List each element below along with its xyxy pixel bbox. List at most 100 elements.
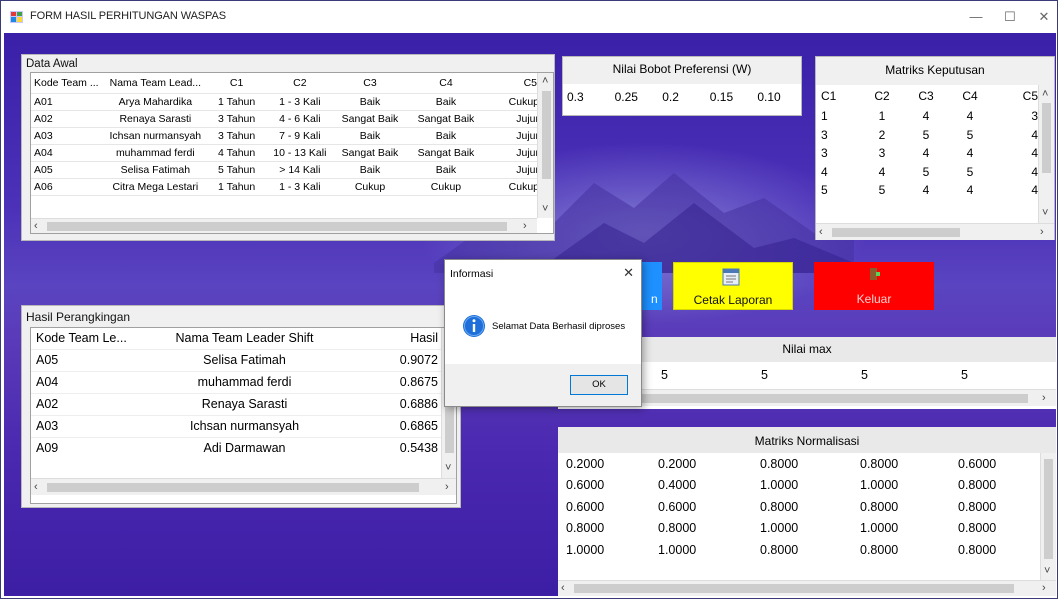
- scroll-right-icon[interactable]: ›: [523, 220, 527, 232]
- table-row[interactable]: A05 Selisa Fatimah 5 Tahun > 14 Kali Bai…: [31, 161, 539, 179]
- table-row[interactable]: A02 Renaya Sarasti 3 Tahun 4 - 6 Kali Sa…: [31, 110, 539, 128]
- scroll-thumb[interactable]: [832, 228, 960, 237]
- table-row[interactable]: A09 Adi Darmawan 0.5438: [31, 436, 441, 459]
- close-icon[interactable]: ✕: [623, 265, 634, 281]
- scroll-right-icon[interactable]: ›: [1042, 582, 1046, 594]
- table-row[interactable]: A05 Selisa Fatimah 0.9072: [31, 348, 441, 371]
- scroll-thumb[interactable]: [1044, 459, 1053, 559]
- minimize-icon[interactable]: —: [964, 7, 988, 27]
- scroll-left-icon[interactable]: ‹: [34, 481, 38, 493]
- scroll-thumb[interactable]: [47, 222, 507, 231]
- scroll-thumb[interactable]: [47, 483, 419, 492]
- cell: 5: [961, 367, 968, 382]
- matriks-keputusan-table: C1 C2 C3 C4 C5 1 1 4 4 3 3 2 5 5 4 3 3 4 4 4 4 4 5 5 4 5…: [816, 85, 1038, 200]
- table-row[interactable]: 5 5 4 4 4: [816, 181, 1038, 200]
- scroll-left-icon[interactable]: ‹: [561, 582, 565, 594]
- matriks-normalisasi-hscroll[interactable]: ‹ ›: [558, 580, 1056, 596]
- scroll-left-icon[interactable]: ‹: [819, 226, 823, 238]
- app-icon: [10, 11, 23, 23]
- table-row[interactable]: A01 Arya Mahardika 1 Tahun 1 - 3 Kali Ba…: [31, 93, 539, 111]
- col-header[interactable]: C2: [265, 73, 334, 94]
- close-icon[interactable]: ✕: [1032, 7, 1056, 27]
- table-row[interactable]: 3 3 4 4 4: [816, 144, 1038, 163]
- ok-button[interactable]: OK: [570, 375, 628, 395]
- scroll-down-icon[interactable]: ˅: [1042, 207, 1048, 219]
- col-header[interactable]: Kode Team Le...: [31, 328, 132, 349]
- scroll-right-icon[interactable]: ›: [445, 481, 449, 493]
- matriks-keputusan-vscroll[interactable]: ˄ ˅: [1038, 85, 1054, 223]
- matriks-normalisasi-grid[interactable]: 0.2000 0.2000 0.8000 0.8000 0.6000 0.6000 0.4…: [558, 453, 1056, 596]
- maximize-icon[interactable]: ☐: [998, 7, 1022, 27]
- keluar-button[interactable]: Keluar: [814, 262, 934, 310]
- cell: 1 Tahun: [207, 178, 266, 196]
- col-header[interactable]: C1: [816, 85, 860, 107]
- table-row[interactable]: 3 2 5 5 4: [816, 126, 1038, 145]
- col-header[interactable]: C3: [333, 73, 407, 94]
- matriks-normalisasi-table: 0.2000 0.2000 0.8000 0.8000 0.6000 0.6000 0.4…: [558, 453, 1040, 561]
- col-header[interactable]: C3: [904, 85, 948, 107]
- data-awal-vscroll[interactable]: ˄ ˅: [537, 73, 553, 218]
- table-row[interactable]: A03 Ichsan nurmansyah 3 Tahun 7 - 9 Kali…: [31, 127, 539, 145]
- cell: 0.15: [709, 90, 734, 104]
- col-header[interactable]: C2: [860, 85, 904, 107]
- col-header[interactable]: C5: [992, 85, 1038, 107]
- scroll-down-icon[interactable]: ˅: [542, 203, 548, 215]
- table-row[interactable]: 1 1 4 4 3: [816, 107, 1038, 126]
- col-header[interactable]: C5: [485, 73, 539, 94]
- table-row[interactable]: 0.3 0.25 0.2 0.15 0.10: [563, 84, 801, 110]
- bobot-grid[interactable]: 0.3 0.25 0.2 0.15 0.10: [563, 84, 801, 115]
- col-header[interactable]: C4: [948, 85, 992, 107]
- col-header[interactable]: Kode Team ...: [31, 73, 104, 94]
- col-header[interactable]: Nama Team Leader Shift: [132, 328, 357, 349]
- cell: Jujur: [485, 144, 539, 162]
- cell: Ichsan nurmansyah: [132, 414, 357, 437]
- scroll-thumb[interactable]: [574, 584, 1014, 593]
- scroll-right-icon[interactable]: ›: [1040, 226, 1044, 238]
- matriks-keputusan-grid[interactable]: C1 C2 C3 C4 C5 1 1 4 4 3 3 2 5 5 4 3 3 4 4 4 4 4 5 5 4 5…: [816, 85, 1054, 240]
- table-row[interactable]: A02 Renaya Sarasti 0.6886: [31, 392, 441, 415]
- table-row[interactable]: 4 4 5 5 4: [816, 163, 1038, 182]
- cetak-laporan-button[interactable]: Cetak Laporan: [673, 262, 793, 310]
- cell: 2: [878, 127, 886, 142]
- table-row[interactable]: 1.0000 1.0000 0.8000 0.8000 0.8000: [558, 539, 1040, 561]
- scroll-up-icon[interactable]: ˄: [1042, 88, 1048, 100]
- col-header[interactable]: C4: [406, 73, 486, 94]
- data-awal-grid[interactable]: Kode Team ... Nama Team Lead... C1 C2 C3…: [30, 72, 554, 234]
- col-header[interactable]: Hasil: [357, 328, 441, 349]
- informasi-dialog: Informasi ✕ Selamat Data Berhasil dipros…: [444, 259, 642, 407]
- scroll-thumb[interactable]: [542, 91, 551, 179]
- cell: 7 - 9 Kali: [265, 127, 334, 145]
- cell: Baik: [333, 161, 407, 179]
- scroll-right-icon[interactable]: ›: [1042, 392, 1046, 404]
- hasil-grid[interactable]: Kode Team Le... Nama Team Leader Shift H…: [30, 327, 457, 504]
- cell: 5: [821, 183, 828, 198]
- table-row[interactable]: A04 muhammad ferdi 4 Tahun 10 - 13 Kali …: [31, 144, 539, 162]
- scroll-up-icon[interactable]: ˄: [542, 75, 548, 87]
- cell: 0.6886: [357, 392, 441, 415]
- table-row[interactable]: A03 Ichsan nurmansyah 0.6865: [31, 414, 441, 437]
- table-row[interactable]: 0.8000 0.8000 1.0000 1.0000 0.8000: [558, 518, 1040, 540]
- cell: 1 - 3 Kali: [265, 93, 334, 111]
- cell: A06: [31, 178, 104, 196]
- table-row[interactable]: A06 Citra Mega Lestari 1 Tahun 1 - 3 Kal…: [31, 178, 539, 196]
- table-row[interactable]: 0.6000 0.4000 1.0000 1.0000 0.8000: [558, 475, 1040, 497]
- cell: 0.10: [757, 90, 781, 104]
- cell: 5 Tahun: [207, 161, 266, 179]
- scroll-thumb[interactable]: [608, 394, 1028, 403]
- scroll-thumb[interactable]: [1042, 103, 1051, 173]
- matriks-keputusan-hscroll[interactable]: ‹ ›: [816, 223, 1054, 240]
- col-header[interactable]: C1: [207, 73, 266, 94]
- scroll-down-icon[interactable]: ˅: [1044, 565, 1050, 577]
- hasil-hscroll[interactable]: ‹ ›: [31, 478, 456, 495]
- col-header[interactable]: Nama Team Lead...: [103, 73, 208, 94]
- cetak-laporan-label: Cetak Laporan: [693, 293, 773, 307]
- scroll-left-icon[interactable]: ‹: [34, 220, 38, 232]
- scroll-down-icon[interactable]: ˅: [445, 462, 451, 474]
- table-row[interactable]: 0.6000 0.6000 0.8000 0.8000 0.8000: [558, 496, 1040, 518]
- data-awal-hscroll[interactable]: ‹ ›: [31, 218, 537, 233]
- table-row[interactable]: 0.2000 0.2000 0.8000 0.8000 0.6000: [558, 453, 1040, 475]
- table-row[interactable]: A04 muhammad ferdi 0.8675: [31, 370, 441, 393]
- cell: 4: [966, 109, 974, 124]
- cell: 1.0000: [566, 542, 605, 557]
- matriks-normalisasi-vscroll[interactable]: ˅: [1040, 453, 1056, 580]
